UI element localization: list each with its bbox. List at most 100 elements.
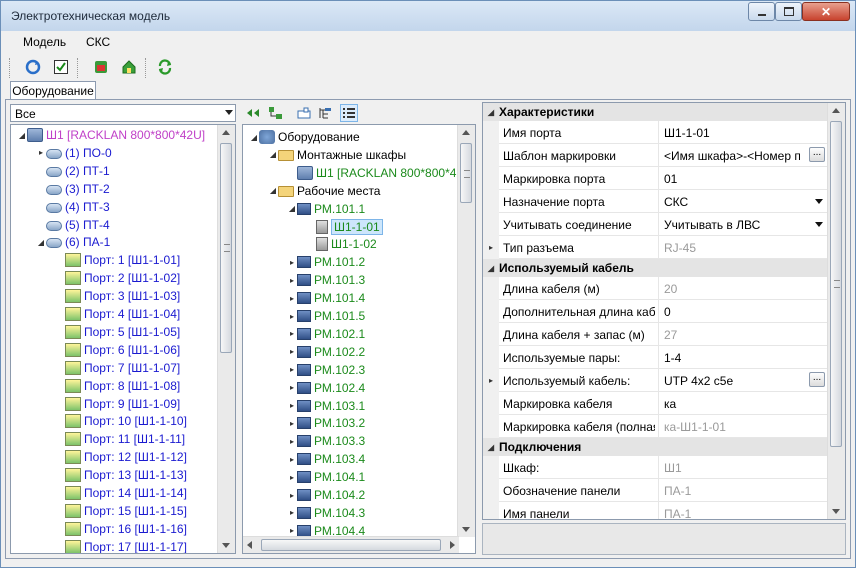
- property-value[interactable]: 0: [664, 305, 824, 319]
- tree-item[interactable]: Порт: 6 [Ш1-1-06]: [55, 341, 180, 359]
- tree-item[interactable]: ▸ РМ.104.1: [287, 468, 365, 486]
- left-vertical-scrollbar[interactable]: [217, 125, 235, 553]
- expander-icon[interactable]: ▸: [287, 450, 297, 468]
- expander-icon[interactable]: ▸: [287, 414, 297, 432]
- tree-item[interactable]: ◢ Оборудование: [249, 128, 360, 146]
- property-row[interactable]: ▸ Тип разъема RJ-45: [483, 236, 829, 259]
- maximize-button[interactable]: [775, 2, 802, 21]
- expander-icon[interactable]: ◢: [287, 200, 297, 218]
- property-value[interactable]: 01: [664, 172, 824, 186]
- menu-sks[interactable]: СКС: [86, 35, 110, 49]
- expander-icon[interactable]: ▸: [287, 289, 297, 307]
- tree-item[interactable]: Порт: 9 [Ш1-1-09]: [55, 395, 180, 413]
- chevron-down-icon[interactable]: [815, 199, 823, 204]
- expander-icon[interactable]: ▸: [36, 144, 46, 162]
- scroll-down-icon[interactable]: [462, 527, 470, 532]
- tree-item[interactable]: Порт: 2 [Ш1-1-02]: [55, 269, 180, 287]
- tree-item[interactable]: Порт: 13 [Ш1-1-13]: [55, 466, 187, 484]
- property-row[interactable]: Учитывать соединение Учитывать в ЛВС: [483, 213, 829, 236]
- scroll-left-icon[interactable]: [247, 541, 252, 549]
- expander-icon[interactable]: ▸: [287, 253, 297, 271]
- ellipsis-button[interactable]: ...: [809, 147, 825, 162]
- left-tree-panel[interactable]: ◢ Ш1 [RACKLAN 800*800*42U] ▸ (1) ПО-0 (2) ПТ…: [10, 124, 236, 554]
- tree-item[interactable]: (5) ПТ-4: [36, 216, 110, 234]
- expander-icon[interactable]: ▸: [287, 486, 297, 504]
- property-value[interactable]: Ш1-1-01: [664, 126, 824, 140]
- property-row[interactable]: Маркировка кабеля ка: [483, 392, 829, 415]
- property-category[interactable]: ◢ Используемый кабель: [483, 259, 829, 277]
- expander-icon[interactable]: ▸: [287, 379, 297, 397]
- tree-item[interactable]: Порт: 3 [Ш1-1-03]: [55, 287, 180, 305]
- expander-icon[interactable]: ◢: [36, 233, 46, 251]
- property-row[interactable]: Длина кабеля + запас (м) 27: [483, 323, 829, 346]
- tree-item[interactable]: Порт: 14 [Ш1-1-14]: [55, 484, 187, 502]
- tree-item[interactable]: ▸ РМ.102.4: [287, 379, 365, 397]
- property-row[interactable]: Шкаф: Ш1: [483, 456, 829, 479]
- property-category[interactable]: ◢ Подключения: [483, 438, 829, 456]
- property-row[interactable]: Обозначение панели ПА-1: [483, 479, 829, 502]
- scroll-right-icon[interactable]: [450, 541, 455, 549]
- tree-item[interactable]: ◢ Монтажные шкафы: [268, 146, 406, 164]
- tree-item[interactable]: ▸ РМ.102.3: [287, 361, 365, 379]
- tree-item[interactable]: (4) ПТ-3: [36, 198, 110, 216]
- property-row[interactable]: ▸ Используемый кабель: UTP 4x2 c5e...: [483, 369, 829, 392]
- tree-item[interactable]: ▸ РМ.103.3: [287, 432, 365, 450]
- property-row[interactable]: Маркировка кабеля (полная) ка-Ш1-1-01: [483, 415, 829, 438]
- property-category[interactable]: ◢ Характеристики: [483, 103, 829, 121]
- tree-item[interactable]: Порт: 16 [Ш1-1-16]: [55, 520, 187, 538]
- property-value[interactable]: <Имя шкафа>-<Номер пане: [664, 149, 800, 163]
- check-button[interactable]: [51, 57, 71, 77]
- property-row[interactable]: Дополнительная длина кабе 0: [483, 300, 829, 323]
- h-scroll-thumb[interactable]: [261, 539, 441, 551]
- expander-icon[interactable]: ▸: [287, 271, 297, 289]
- close-button[interactable]: ✕: [802, 2, 850, 21]
- tree-item[interactable]: ▸ РМ.101.3: [287, 271, 365, 289]
- tree-item[interactable]: ◢ РМ.101.1: [287, 200, 365, 218]
- property-value[interactable]: 1-4: [664, 351, 824, 365]
- expander-icon[interactable]: ▸: [287, 468, 297, 486]
- scroll-thumb[interactable]: [220, 143, 232, 353]
- expander-icon[interactable]: ▸: [287, 432, 297, 450]
- scroll-up-icon[interactable]: [222, 130, 230, 135]
- tree-item[interactable]: ◢ Ш1 [RACKLAN 800*800*42U]: [17, 126, 205, 144]
- tree-item[interactable]: (2) ПТ-1: [36, 162, 110, 180]
- tree-item[interactable]: Порт: 4 [Ш1-1-04]: [55, 305, 180, 323]
- expander-icon[interactable]: ▸: [287, 361, 297, 379]
- property-value[interactable]: ка: [664, 397, 824, 411]
- expander-icon[interactable]: ▸: [287, 343, 297, 361]
- tree-item[interactable]: (3) ПТ-2: [36, 180, 110, 198]
- tree-item[interactable]: Порт: 10 [Ш1-1-10]: [55, 412, 187, 430]
- tree-item[interactable]: Порт: 8 [Ш1-1-08]: [55, 377, 180, 395]
- middle-tree-panel[interactable]: ◢ Оборудование ◢ Монтажные шкафы Ш1 [RACKLAN…: [242, 124, 476, 554]
- panel-view-button[interactable]: [295, 104, 313, 122]
- tree-item[interactable]: Порт: 15 [Ш1-1-15]: [55, 502, 187, 520]
- property-value[interactable]: Учитывать в ЛВС: [664, 218, 800, 232]
- tree-item[interactable]: ▸ РМ.101.2: [287, 253, 365, 271]
- tree-item[interactable]: ▸ РМ.104.3: [287, 504, 365, 522]
- tree-item[interactable]: ▸ РМ.101.5: [287, 307, 365, 325]
- ellipsis-button[interactable]: ...: [809, 372, 825, 387]
- scroll-down-icon[interactable]: [832, 509, 840, 514]
- collapse-icon[interactable]: ◢: [483, 108, 499, 117]
- building-button[interactable]: [119, 57, 139, 77]
- expand-tree-button[interactable]: [267, 104, 285, 122]
- tree-item[interactable]: ▸ РМ.102.2: [287, 343, 365, 361]
- tree-item[interactable]: ▸ (1) ПО-0: [36, 144, 112, 162]
- expander-icon[interactable]: ◢: [268, 146, 278, 164]
- menu-model[interactable]: Модель: [23, 35, 66, 49]
- expander-icon[interactable]: ◢: [17, 126, 27, 144]
- tree-item[interactable]: ▸ РМ.101.4: [287, 289, 365, 307]
- tree-item[interactable]: Ш1-1-02: [306, 235, 377, 253]
- tree-item[interactable]: Порт: 11 [Ш1-1-11]: [55, 430, 185, 448]
- tree-item[interactable]: Порт: 17 [Ш1-1-17]: [55, 538, 187, 553]
- expander-icon[interactable]: ◢: [249, 128, 259, 146]
- tab-equipment[interactable]: Оборудование: [10, 81, 96, 101]
- list-view-button[interactable]: [340, 104, 358, 122]
- tree-item[interactable]: Порт: 5 [Ш1-1-05]: [55, 323, 180, 341]
- property-row[interactable]: Имя порта Ш1-1-01: [483, 121, 829, 144]
- scroll-down-icon[interactable]: [222, 543, 230, 548]
- property-grid[interactable]: ◢ Характеристики Имя порта Ш1-1-01 Шаблон ма…: [482, 102, 846, 520]
- expander-icon[interactable]: ▸: [287, 504, 297, 522]
- tree-view-button[interactable]: [317, 104, 335, 122]
- tree-item[interactable]: ▸ РМ.102.1: [287, 325, 365, 343]
